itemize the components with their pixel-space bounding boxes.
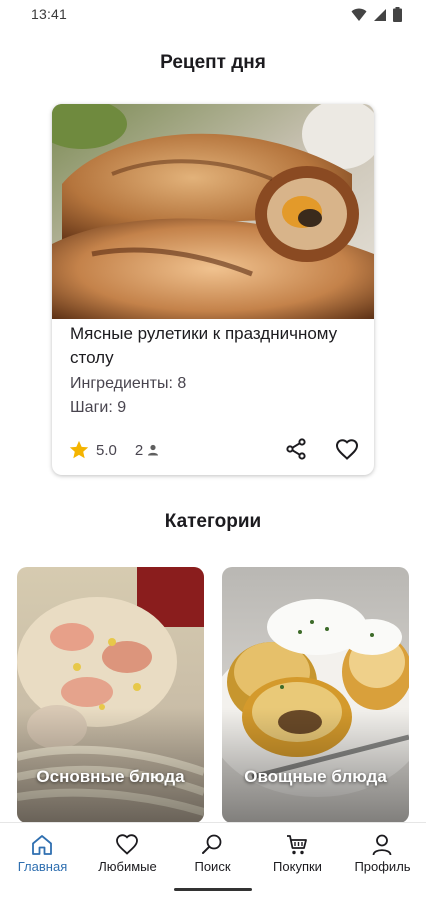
share-icon[interactable] [284,437,308,461]
star-icon [69,440,89,459]
battery-icon [393,7,402,22]
status-icons [351,7,402,22]
nav-label: Главная [17,859,68,874]
nav-item-profile[interactable]: Профиль [340,823,425,883]
category-label: Основные блюда [36,767,185,786]
wifi-icon [351,8,367,21]
nav-label: Поиск [194,859,231,874]
search-icon [202,834,222,854]
recipe-photo [52,104,374,319]
home-icon [32,835,52,855]
recipe-steps-count: Шаги: 9 [70,399,127,416]
recipe-stats: 5.0 2 [68,439,160,461]
categories-title: Категории [164,511,262,532]
status-bar: 13:41 [0,0,426,30]
nav-label: Покупки [273,859,322,874]
recipe-of-day-card[interactable]: Мясные рулетики к праздничному столу Инг… [52,104,374,475]
recipe-portions: 2 [134,441,144,459]
nav-item-shopping[interactable]: Покупки [255,823,340,883]
person-icon [148,444,159,456]
category-vegetable-dishes[interactable]: Овощные блюда [222,567,409,823]
recipe-rating: 5.0 [96,441,117,459]
nav-item-search[interactable]: Поиск [170,823,255,883]
status-time: 13:41 [31,6,68,22]
heart-icon [116,834,138,855]
category-label: Овощные блюда [244,767,387,786]
recipe-name: Мясные рулетики к праздничному столу [70,324,338,367]
user-icon [372,834,392,856]
cart-icon [287,835,307,855]
nav-label: Любимые [98,859,157,874]
recipe-of-day-title: Рецепт дня [160,52,266,73]
category-main-dishes[interactable]: Основные блюда [17,567,204,823]
home-indicator [174,888,252,891]
nav-item-favorites[interactable]: Любимые [85,823,170,883]
nav-label: Профиль [354,859,411,874]
recipe-ingredients-count: Ингредиенты: 8 [70,375,187,392]
nav-item-home[interactable]: Главная [0,823,85,883]
heart-icon[interactable] [335,438,359,462]
signal-icon [374,8,386,21]
